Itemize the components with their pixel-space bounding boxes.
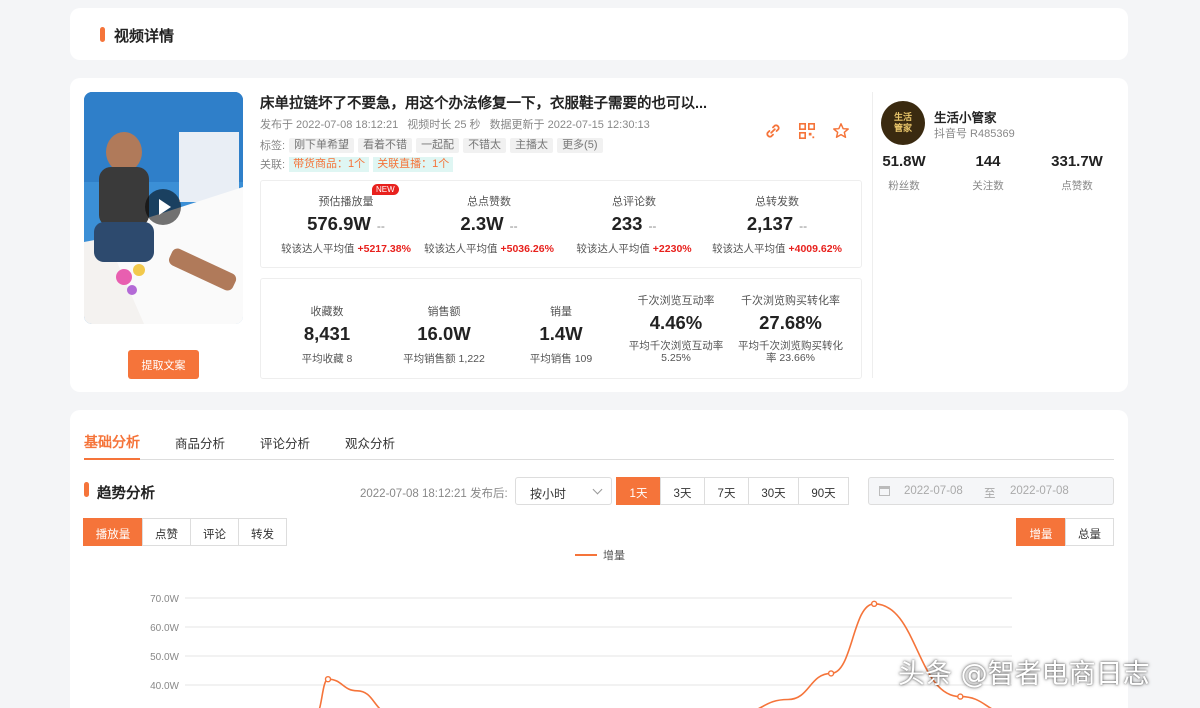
series-line <box>318 678 381 708</box>
tab-audience[interactable]: 观众分析 <box>345 433 395 452</box>
stat-interaction-rate: 千次浏览互动率 4.46% 平均千次浏览互动率 5.25% <box>628 295 724 364</box>
author-following: 144 关注数 <box>972 153 1004 192</box>
mode-increment[interactable]: 增量 <box>1016 518 1066 546</box>
data-point[interactable] <box>870 600 878 607</box>
divider <box>872 92 873 378</box>
linked-goods[interactable]: 带货商品：1个 <box>289 156 370 172</box>
publish-time: 发布于 2022-07-08 18:12:21 <box>260 119 399 131</box>
author-likes: 331.7W 点赞数 <box>1051 153 1103 192</box>
trend-title: 趋势分析 <box>97 486 155 502</box>
metric-likes[interactable]: 点赞 <box>142 518 191 546</box>
tag-row: 标签: 刚下单希望 看着不错 一起配 不错太 主播太 更多(5) <box>260 137 603 153</box>
y-tick-label: 70.0W <box>150 594 179 605</box>
page-title: 视频详情 <box>114 28 175 45</box>
title-accent <box>100 27 105 42</box>
video-thumbnail[interactable] <box>84 92 243 324</box>
tag-item[interactable]: 一起配 <box>416 137 460 153</box>
granularity-select[interactable]: 按小时 <box>515 477 612 505</box>
date-range-picker[interactable]: 2022-07-08 至 2022-07-08 <box>868 477 1114 505</box>
author-avatar[interactable]: 生活 管家 <box>881 101 925 145</box>
range-30d[interactable]: 30天 <box>748 477 799 505</box>
data-point[interactable] <box>957 693 964 700</box>
tag-item[interactable]: 主播太 <box>510 137 554 153</box>
date-to[interactable]: 2022-07-08 <box>1010 485 1069 497</box>
data-point[interactable] <box>827 670 835 677</box>
range-1d[interactable]: 1天 <box>616 477 661 505</box>
trend-accent <box>84 482 89 497</box>
active-tab-indicator <box>84 458 140 460</box>
y-tick-label: 40.0W <box>150 681 179 692</box>
range-3d[interactable]: 3天 <box>660 477 705 505</box>
range-90d[interactable]: 90天 <box>798 477 849 505</box>
metric-comments[interactable]: 评论 <box>190 518 239 546</box>
stats-secondary: 收藏数 8,431 平均收藏 8 销售额 16.0W 平均销售额 1,222 销… <box>260 278 862 379</box>
new-badge: NEW <box>372 184 399 195</box>
y-tick-label: 50.0W <box>150 652 179 663</box>
play-icon[interactable] <box>145 189 181 225</box>
author-fans: 51.8W 粉丝数 <box>882 153 926 192</box>
tab-comments[interactable]: 评论分析 <box>260 433 310 452</box>
mode-selector: 增量 总量 <box>1016 518 1114 546</box>
tag-item[interactable]: 看着不错 <box>358 137 413 153</box>
stat-comments: 总评论数 233 -- 较该达人平均值 +2230% <box>576 196 692 255</box>
header-card: 视频详情 <box>70 8 1128 60</box>
link-icon[interactable] <box>764 122 782 140</box>
stat-sales-amount: 销售额 16.0W 平均销售额 1,222 <box>403 306 485 365</box>
links-label: 关联: <box>260 159 286 171</box>
video-meta: 发布于 2022-07-08 18:12:21 视频时长 25 秒数据更新于 20… <box>260 116 659 132</box>
stats-primary: 预估播放量 576.9W -- 较该达人平均值 +5217.38% NEW 总点赞… <box>260 180 862 268</box>
update-time: 数据更新于 2022-07-15 12:30:13 <box>489 119 650 131</box>
action-icons <box>764 122 850 140</box>
tab-basic[interactable]: 基础分析 <box>84 432 140 452</box>
data-point[interactable] <box>324 675 332 683</box>
author-id: 抖音号 R485369 <box>934 128 1015 140</box>
tab-goods[interactable]: 商品分析 <box>175 433 225 452</box>
extract-copy-button[interactable]: 提取文案 <box>128 350 199 379</box>
range-selector: 1天 3天 7天 30天 90天 <box>616 477 849 505</box>
watermark: 头条 @智者电商日志 <box>898 659 1150 690</box>
range-7d[interactable]: 7天 <box>704 477 749 505</box>
video-card: 提取文案 床单拉链坏了不要急，用这个办法修复一下，衣服鞋子需要的也可以... 发… <box>70 78 1128 392</box>
stat-shares: 总转发数 2,137 -- 较该达人平均值 +4009.62% <box>712 196 842 255</box>
link-row: 关联: 带货商品：1个 关联直播：1个 <box>260 156 454 172</box>
mode-total[interactable]: 总量 <box>1065 518 1114 546</box>
tag-item[interactable]: 不错太 <box>463 137 507 153</box>
metric-shares[interactable]: 转发 <box>238 518 287 546</box>
tags-label: 标签: <box>260 140 286 152</box>
stat-sales-volume: 销量 1.4W 平均销售 109 <box>529 306 593 365</box>
tags-more[interactable]: 更多(5) <box>557 137 603 153</box>
chevron-down-icon <box>592 484 603 495</box>
video-title[interactable]: 床单拉链坏了不要急，用这个办法修复一下，衣服鞋子需要的也可以... <box>260 92 707 113</box>
stat-conversion-rate: 千次浏览购买转化率 27.68% 平均千次浏览购买转化率 23.66% <box>738 295 843 364</box>
linked-live[interactable]: 关联直播：1个 <box>373 156 454 172</box>
stat-plays: 预估播放量 576.9W -- 较该达人平均值 +5217.38% <box>281 196 411 255</box>
video-duration: 视频时长 25 秒 <box>407 119 481 131</box>
publish-after-label: 2022-07-08 18:12:21 发布后: <box>360 488 508 500</box>
stat-likes: 总点赞数 2.3W -- 较该达人平均值 +5036.26% <box>424 196 554 255</box>
legend-swatch <box>575 554 597 556</box>
metric-plays[interactable]: 播放量 <box>83 518 143 546</box>
stat-favorites: 收藏数 8,431 平均收藏 8 <box>301 306 353 365</box>
author-name[interactable]: 生活小管家 <box>934 107 997 126</box>
tag-item[interactable]: 刚下单希望 <box>289 137 355 153</box>
star-icon[interactable] <box>832 122 850 140</box>
date-separator: 至 <box>984 488 996 500</box>
y-tick-label: 60.0W <box>150 623 179 634</box>
qrcode-icon[interactable] <box>798 122 816 140</box>
calendar-icon <box>879 486 890 496</box>
date-from[interactable]: 2022-07-08 <box>904 485 963 497</box>
analysis-tabs: 基础分析 商品分析 评论分析 观众分析 <box>84 430 1114 460</box>
metric-selector: 播放量 点赞 评论 转发 <box>83 518 287 546</box>
